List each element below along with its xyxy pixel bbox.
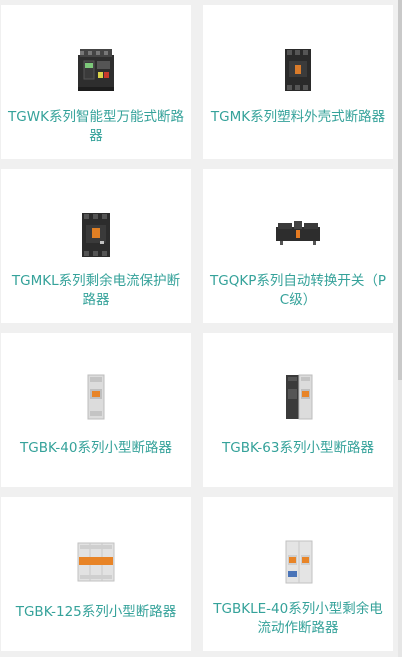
product-image [1, 351, 191, 443]
product-name: TGBKLE-40系列小型剩余电流动作断路器 [213, 601, 383, 636]
product-card[interactable]: TGMKL系列剩余电流保护断路器 [1, 169, 191, 323]
product-name: TGBK-125系列小型断路器 [15, 604, 177, 620]
product-card[interactable]: TGBK-125系列小型断路器 [1, 497, 191, 651]
product-card[interactable]: TGBKLE-40系列小型剩余电流动作断路器 [203, 497, 393, 651]
transfer-switch-icon [276, 221, 320, 245]
product-name: TGBK-40系列小型断路器 [20, 440, 172, 456]
product-image [1, 187, 191, 279]
product-name: TGWK系列智能型万能式断路器 [8, 109, 184, 144]
vertical-scrollbar[interactable] [398, 0, 402, 657]
product-card[interactable]: TGWK系列智能型万能式断路器 [1, 5, 191, 159]
product-image [203, 351, 393, 443]
product-image [1, 515, 191, 607]
product-image [203, 23, 393, 115]
product-card[interactable]: TGQKP系列自动转换开关（PC级） [203, 169, 393, 323]
product-image [203, 515, 393, 607]
product-name: TGBK-63系列小型断路器 [222, 440, 374, 456]
molded-case-breaker-icon [285, 49, 311, 91]
residual-current-breaker-icon [82, 213, 110, 257]
product-name: TGQKP系列自动转换开关（PC级） [210, 273, 386, 308]
air-circuit-breaker-icon [78, 49, 114, 91]
product-card[interactable]: TGBK-63系列小型断路器 [203, 333, 393, 487]
product-image [203, 187, 393, 279]
product-name: TGMKL系列剩余电流保护断路器 [11, 273, 181, 308]
product-image [1, 23, 191, 115]
rcbo-breaker-icon [285, 540, 313, 584]
product-grid: TGWK系列智能型万能式断路器 TGMK系列塑料外壳式断路器 TGMKL系列剩余… [0, 0, 402, 657]
scrollbar-thumb[interactable] [398, 0, 402, 380]
miniature-breaker-1p-icon [87, 374, 105, 420]
product-card[interactable]: TGMK系列塑料外壳式断路器 [203, 5, 393, 159]
product-name: TGMK系列塑料外壳式断路器 [210, 109, 386, 125]
miniature-breaker-2p-icon [286, 374, 313, 420]
miniature-breaker-3p-icon [77, 542, 115, 582]
product-card[interactable]: TGBK-40系列小型断路器 [1, 333, 191, 487]
